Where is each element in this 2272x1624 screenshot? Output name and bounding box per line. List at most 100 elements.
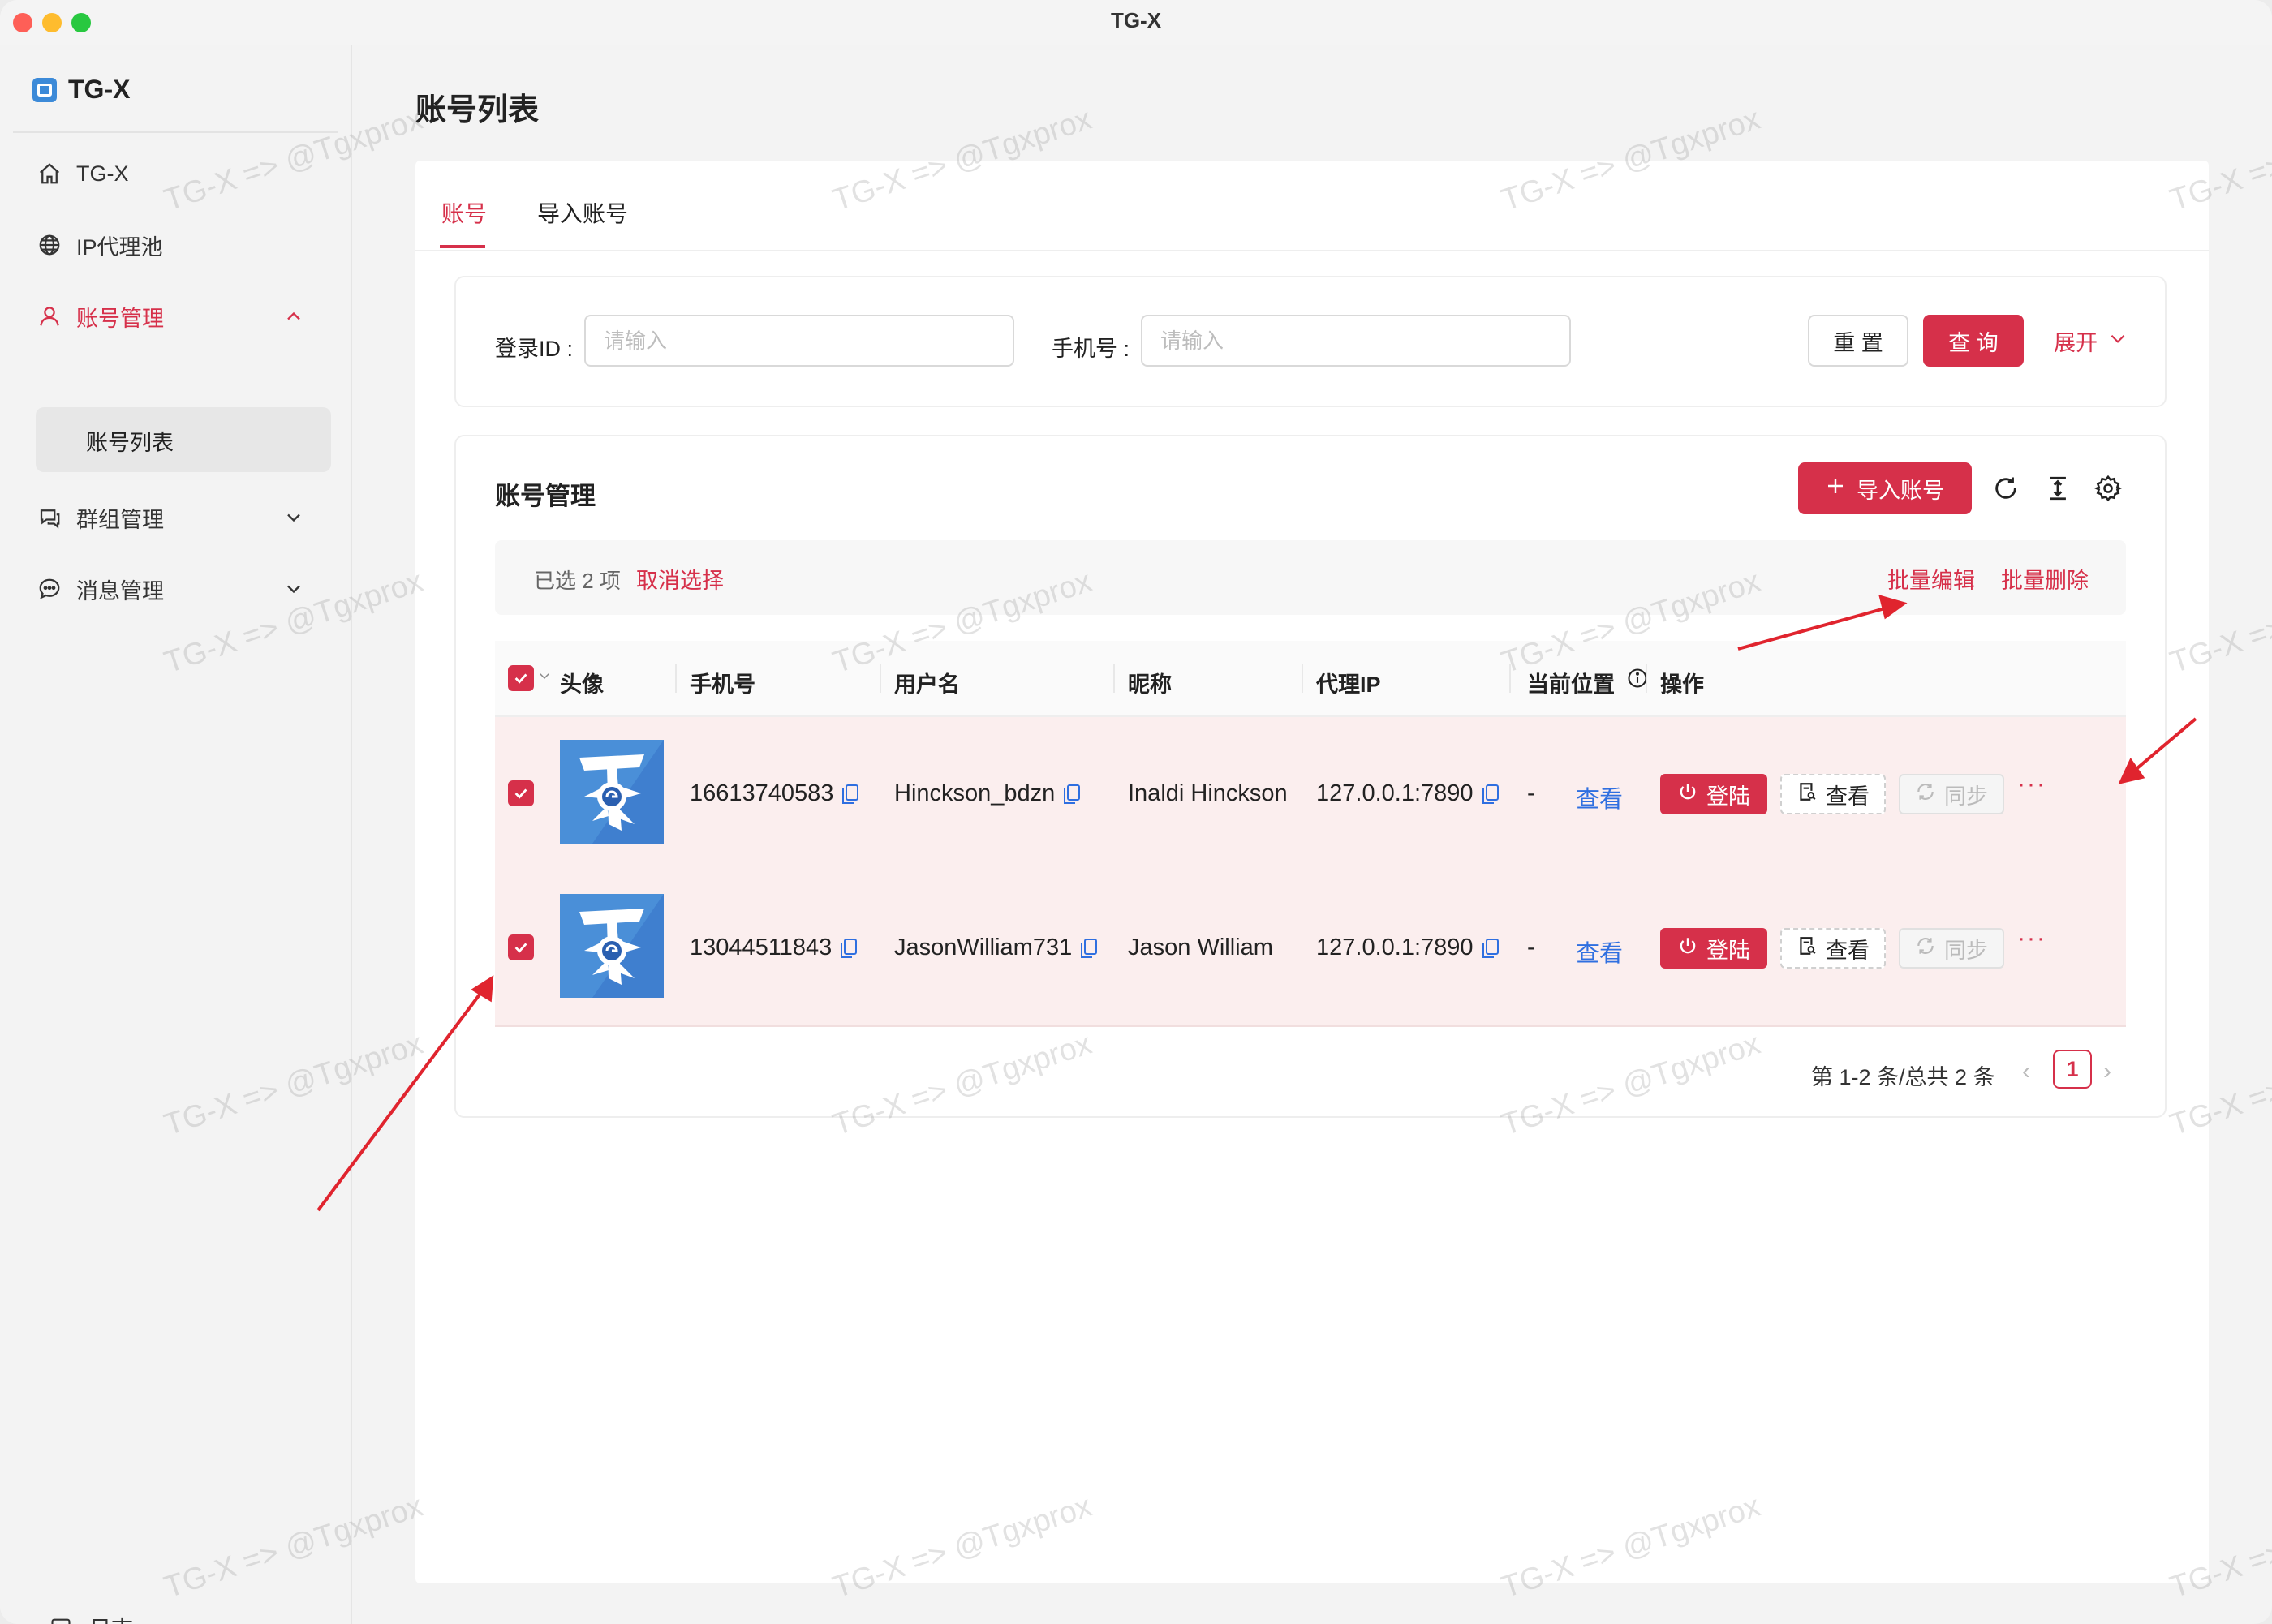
more-actions-button[interactable]: ··· xyxy=(2017,925,2046,952)
query-button[interactable]: 查 询 xyxy=(1923,315,2024,367)
sync-icon xyxy=(1915,781,1936,808)
column-divider xyxy=(1646,664,1647,693)
refresh-icon[interactable] xyxy=(1990,472,2022,505)
account-table-card: 账号管理 导入账号 已选 2 项 取消选择 批量编辑 批量删除 头像 手机号 用… xyxy=(454,435,2167,1118)
view-label: 查看 xyxy=(1826,784,1870,809)
sidebar-item-label: 消息管理 xyxy=(76,578,164,604)
column-divider xyxy=(880,664,881,693)
sync-button[interactable]: 同步 xyxy=(1899,774,2004,814)
view-button[interactable]: 查看 xyxy=(1780,928,1886,969)
power-icon xyxy=(1677,781,1698,808)
sidebar-item-ip-proxy[interactable]: IP代理池 xyxy=(36,221,312,269)
sidebar-item-account-management[interactable]: 账号管理 xyxy=(36,292,312,341)
brand-name: TG-X xyxy=(68,75,131,104)
phone-cell: 13044511843 xyxy=(690,934,858,961)
sync-label: 同步 xyxy=(1944,938,1988,963)
copy-icon[interactable] xyxy=(841,784,859,805)
sidebar-subitem-label: 账号列表 xyxy=(86,431,174,455)
settings-gear-icon[interactable] xyxy=(2092,472,2124,505)
tab-account[interactable]: 账号 xyxy=(441,196,487,229)
sidebar-item-label: TG-X xyxy=(76,161,129,186)
import-account-label: 导入账号 xyxy=(1857,478,1944,503)
column-header: 代理IP xyxy=(1316,672,1381,697)
sidebar-item-label: 日志 xyxy=(89,1611,133,1624)
prev-page-icon[interactable]: ‹ xyxy=(2022,1058,2030,1085)
brand: TG-X xyxy=(32,75,130,105)
column-height-icon[interactable] xyxy=(2042,472,2074,505)
sidebar: TG-X TG-X IP代理池 账号管理 账号列表 群组管理 消息管理 xyxy=(0,45,352,1624)
app-logo-icon xyxy=(32,77,57,102)
next-page-icon[interactable]: › xyxy=(2103,1058,2111,1085)
row-checkbox[interactable] xyxy=(508,780,534,806)
copy-icon[interactable] xyxy=(1080,938,1098,959)
cancel-selection-link[interactable]: 取消选择 xyxy=(636,563,724,595)
batch-delete-link[interactable]: 批量删除 xyxy=(2001,563,2089,595)
page-1-button[interactable]: 1 xyxy=(2053,1050,2092,1089)
column-header: 当前位置 xyxy=(1527,672,1615,697)
plus-icon xyxy=(1826,476,1845,501)
column-divider xyxy=(1302,664,1303,693)
username-cell: Hinckson_bdzn xyxy=(894,780,1081,807)
import-account-button[interactable]: 导入账号 xyxy=(1798,462,1972,514)
nickname-cell: Inaldi Hinckson xyxy=(1128,780,1288,806)
login-button[interactable]: 登陆 xyxy=(1660,928,1767,969)
copy-icon[interactable] xyxy=(1063,784,1081,805)
filter-panel: 登录ID : 手机号 : 重 置 查 询 展开 xyxy=(454,276,2167,407)
sidebar-item-message-management[interactable]: 消息管理 xyxy=(36,565,312,613)
selection-count: 已选 2 项 xyxy=(534,569,621,593)
expand-toggle[interactable]: 展开 xyxy=(2046,315,2136,367)
nickname-cell: Jason William xyxy=(1128,934,1273,960)
login-label: 登陆 xyxy=(1706,938,1750,963)
proxy-value: 127.0.0.1:7890 xyxy=(1316,934,1474,960)
window-title: TG-X xyxy=(1110,8,1162,32)
more-actions-button[interactable]: ··· xyxy=(2017,771,2046,798)
row-checkbox[interactable] xyxy=(508,934,534,960)
tab-import-account[interactable]: 导入账号 xyxy=(537,196,628,229)
reset-button[interactable]: 重 置 xyxy=(1808,315,1908,367)
sidebar-item-log[interactable]: 日志 xyxy=(47,1611,133,1624)
chevron-down-icon[interactable] xyxy=(537,668,552,687)
avatar[interactable] xyxy=(560,740,664,844)
column-divider xyxy=(1113,664,1115,693)
login-label: 登陆 xyxy=(1706,784,1750,809)
tab-active-indicator xyxy=(440,245,485,248)
user-icon xyxy=(36,303,63,330)
view-label: 查看 xyxy=(1826,938,1870,963)
select-all-checkbox[interactable] xyxy=(508,665,534,691)
app-window: TG-X TG-X TG-X IP代理池 账号管理 账号列表 群组管理 消息管理… xyxy=(0,0,2272,1624)
copy-icon[interactable] xyxy=(840,938,858,959)
document-search-icon xyxy=(1797,935,1818,962)
message-icon xyxy=(36,575,63,603)
query-button-label: 查 询 xyxy=(1948,330,1999,355)
proxy-value: 127.0.0.1:7890 xyxy=(1316,780,1474,806)
phone-value: 13044511843 xyxy=(690,934,833,960)
login-button[interactable]: 登陆 xyxy=(1660,774,1767,814)
sidebar-item-group-management[interactable]: 群组管理 xyxy=(36,493,312,542)
view-location-link[interactable]: 查看 xyxy=(1576,780,1623,814)
tab-bar: 账号 导入账号 xyxy=(415,161,2209,251)
sync-button[interactable]: 同步 xyxy=(1899,928,2004,969)
phone-input[interactable] xyxy=(1141,315,1571,367)
proxy-cell: 127.0.0.1:7890 xyxy=(1316,934,1500,961)
proxy-cell: 127.0.0.1:7890 xyxy=(1316,780,1500,807)
divider xyxy=(13,131,338,133)
column-header: 头像 xyxy=(560,672,604,697)
chevron-down-icon xyxy=(282,506,305,529)
batch-edit-link[interactable]: 批量编辑 xyxy=(1887,563,1975,595)
selection-bar: 已选 2 项 取消选择 批量编辑 批量删除 xyxy=(495,540,2126,615)
copy-icon[interactable] xyxy=(1482,784,1500,805)
login-id-input[interactable] xyxy=(584,315,1014,367)
copy-icon[interactable] xyxy=(1482,938,1500,959)
column-header: 用户名 xyxy=(894,672,960,697)
sidebar-subitem-account-list[interactable]: 账号列表 xyxy=(36,407,331,472)
main-content: 账号 导入账号 登录ID : 手机号 : 重 置 查 询 展开 账号管理 导入账… xyxy=(415,161,2209,1583)
view-button[interactable]: 查看 xyxy=(1780,774,1886,814)
card-title: 账号管理 xyxy=(495,482,596,510)
view-location-link[interactable]: 查看 xyxy=(1576,934,1623,969)
reset-button-label: 重 置 xyxy=(1833,330,1883,355)
sidebar-item-label: 群组管理 xyxy=(76,507,164,532)
phone-label: 手机号 : xyxy=(1052,337,1130,361)
username-cell: JasonWilliam731 xyxy=(894,934,1098,961)
avatar[interactable] xyxy=(560,894,664,998)
sidebar-item-tgx[interactable]: TG-X xyxy=(36,149,312,198)
